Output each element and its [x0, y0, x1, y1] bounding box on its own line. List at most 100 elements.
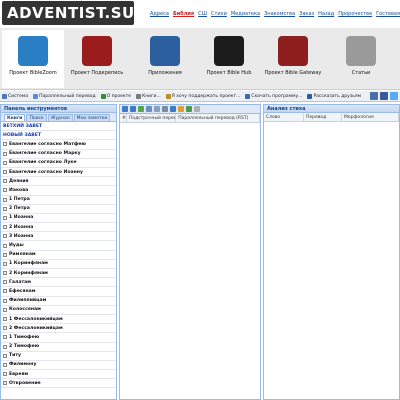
book-item[interactable]: Евангелие согласно Луке	[1, 159, 116, 168]
expand-icon[interactable]	[3, 206, 7, 211]
expand-icon[interactable]	[3, 362, 7, 367]
book-item[interactable]: 2 Фессалоникийцам	[1, 324, 116, 334]
expand-icon[interactable]	[3, 142, 7, 147]
toolbar-item-3[interactable]: Книги...	[136, 93, 161, 99]
expand-icon[interactable]	[3, 188, 7, 193]
book-item[interactable]: Титу	[1, 352, 116, 361]
book-item[interactable]: 1 Петра	[1, 196, 116, 205]
expand-icon[interactable]	[3, 289, 7, 294]
expand-icon[interactable]	[3, 298, 7, 303]
project-3[interactable]: Проект Bible Hub	[198, 30, 260, 88]
expand-icon[interactable]	[3, 197, 7, 202]
expand-icon[interactable]	[3, 234, 7, 239]
forward-icon[interactable]	[130, 106, 136, 112]
tab-3[interactable]: Мои заметки	[73, 114, 111, 121]
book-item[interactable]: Филиппийцам	[1, 297, 116, 306]
book-item[interactable]: 1 Тимофею	[1, 333, 116, 343]
book-item[interactable]: 1 Иоанна	[1, 214, 116, 224]
nav-link-2[interactable]: СШ	[198, 11, 207, 17]
compare-icon[interactable]	[146, 106, 152, 112]
toolbar-item-4[interactable]: Я хочу поддержать проект...	[165, 93, 240, 99]
expand-icon[interactable]	[3, 160, 7, 165]
back-icon[interactable]	[122, 106, 128, 112]
project-5[interactable]: Статьи	[330, 30, 392, 88]
expand-icon[interactable]	[3, 381, 7, 386]
settings-icon[interactable]	[162, 106, 168, 112]
book-item[interactable]: 2 Тимофею	[1, 343, 116, 352]
book-item[interactable]: 2 Петра	[1, 205, 116, 214]
expand-icon[interactable]	[3, 170, 7, 175]
book-item[interactable]: Деяния	[1, 177, 116, 187]
book-item[interactable]: Иакова	[1, 186, 116, 196]
book-item[interactable]: 1 Коринфянам	[1, 260, 116, 269]
expand-icon[interactable]	[3, 353, 7, 358]
project-0[interactable]: Проект BibleZoom	[2, 30, 64, 88]
nav-link-9[interactable]: Гостевая	[376, 11, 400, 17]
book-item[interactable]: Римлянам	[1, 251, 116, 260]
expand-icon[interactable]	[3, 344, 7, 349]
toolbar-item-6[interactable]: Рассказать друзьям	[307, 93, 361, 99]
book-item[interactable]: 1 Фессалоникийцам	[1, 315, 116, 325]
expand-icon[interactable]	[3, 307, 7, 312]
book-item[interactable]: Евангелие согласно Марку	[1, 150, 116, 159]
book-item[interactable]: Колоссянам	[1, 306, 116, 315]
book-item[interactable]: Евангелие согласно Матфею	[1, 140, 116, 150]
print-icon[interactable]	[178, 106, 184, 112]
column-header[interactable]: Слово	[264, 113, 304, 121]
nav-link-1[interactable]: Библия	[173, 11, 194, 17]
nav-link-0[interactable]: Адреса	[150, 11, 169, 17]
expand-icon[interactable]	[3, 372, 7, 377]
column-header[interactable]: Перевод	[304, 113, 342, 121]
toolbar-item-5[interactable]: Скачать программу...	[245, 93, 302, 99]
facebook-icon[interactable]	[380, 92, 388, 100]
vk-icon[interactable]	[370, 92, 378, 100]
expand-icon[interactable]	[3, 271, 7, 276]
nav-link-5[interactable]: Знакомства	[264, 11, 295, 17]
nav-link-6[interactable]: Заказ	[299, 11, 314, 17]
book-item[interactable]: Филимону	[1, 361, 116, 371]
column-header[interactable]: Подстрочный перевод	[127, 114, 177, 122]
refresh-icon[interactable]	[138, 106, 144, 112]
expand-icon[interactable]	[3, 179, 7, 184]
book-item[interactable]: Галатам	[1, 278, 116, 288]
project-2[interactable]: Приложения	[134, 30, 196, 88]
book-item[interactable]: 2 Коринфянам	[1, 269, 116, 279]
expand-icon[interactable]	[3, 243, 7, 248]
expand-icon[interactable]	[3, 151, 7, 156]
share-icon[interactable]	[390, 92, 398, 100]
column-header[interactable]: Морфология	[342, 113, 399, 121]
nav-link-7[interactable]: Назад	[318, 11, 334, 17]
expand-icon[interactable]	[3, 252, 7, 257]
book-item[interactable]: НОВЫЙ ЗАВЕТ	[1, 131, 116, 141]
column-header[interactable]: #	[120, 114, 127, 122]
nav-link-3[interactable]: Стихи	[211, 11, 227, 17]
nav-link-4[interactable]: Медиатека	[231, 11, 260, 17]
tab-1[interactable]: Поиск	[26, 114, 47, 121]
expand-icon[interactable]	[3, 261, 7, 266]
book-item[interactable]: Иуды	[1, 241, 116, 251]
expand-icon[interactable]	[3, 280, 7, 285]
expand-icon[interactable]	[3, 326, 7, 331]
note-icon[interactable]	[186, 106, 192, 112]
site-logo[interactable]: ADVENTIST.SU	[2, 1, 134, 25]
book-item[interactable]: 2 Иоанна	[1, 223, 116, 233]
copy-icon[interactable]	[154, 106, 160, 112]
expand-icon[interactable]	[3, 225, 7, 230]
book-item[interactable]: Евреям	[1, 370, 116, 380]
book-item[interactable]: Откровение	[1, 379, 116, 389]
help-icon[interactable]	[194, 106, 200, 112]
book-item[interactable]: ВЕТХИЙ ЗАВЕТ	[1, 122, 116, 132]
book-item[interactable]: Ефесянам	[1, 287, 116, 297]
tab-0[interactable]: Книги	[4, 114, 26, 121]
toolbar-item-0[interactable]: Система	[2, 93, 28, 99]
book-item[interactable]: 3 Иоанна	[1, 232, 116, 242]
expand-icon[interactable]	[3, 317, 7, 322]
project-4[interactable]: Проект Bible Gateway	[262, 30, 324, 88]
expand-icon[interactable]	[3, 335, 7, 340]
project-1[interactable]: Проект Подкрепись	[66, 30, 128, 88]
search-icon[interactable]	[170, 106, 176, 112]
book-item[interactable]: Евангелие согласно Иоанну	[1, 168, 116, 178]
expand-icon[interactable]	[3, 215, 7, 220]
toolbar-item-1[interactable]: Параллельный перевод	[33, 93, 96, 99]
nav-link-8[interactable]: Пророчества	[338, 11, 372, 17]
